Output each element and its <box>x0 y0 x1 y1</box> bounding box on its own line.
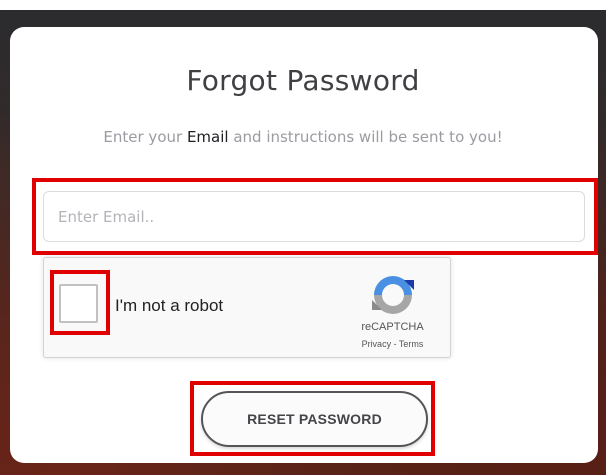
page-title: Forgot Password <box>186 64 420 97</box>
privacy-link[interactable]: Privacy <box>362 339 392 349</box>
terms-link[interactable]: Terms <box>399 339 424 349</box>
instructions-text: Enter your Email and instructions will b… <box>0 128 606 146</box>
recaptcha-links: Privacy - Terms <box>340 339 445 349</box>
instructions-suffix: and instructions will be sent to you! <box>228 128 503 146</box>
instructions-email-word: Email <box>186 128 229 146</box>
recaptcha-checkbox-highlight <box>50 270 110 335</box>
instructions-prefix: Enter your <box>103 128 187 146</box>
recaptcha-label: I'm not a robot <box>115 296 224 315</box>
recaptcha-logo-icon <box>372 276 414 314</box>
links-separator: - <box>391 339 399 349</box>
email-input-highlight <box>32 178 598 255</box>
recaptcha-brand: reCAPTCHA <box>361 321 424 333</box>
reset-button-highlight <box>190 381 435 456</box>
top-strip <box>0 0 606 10</box>
